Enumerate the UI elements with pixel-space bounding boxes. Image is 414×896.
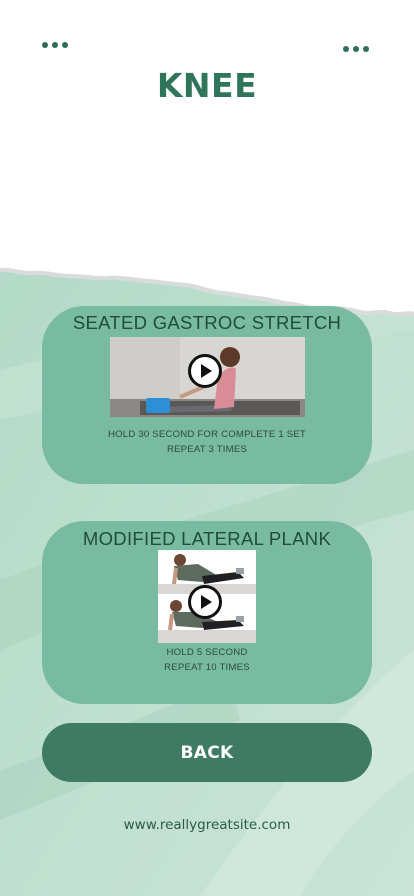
play-icon[interactable] [188, 585, 222, 619]
more-dots-icon[interactable] [42, 42, 68, 48]
more-dots-icon[interactable] [343, 46, 369, 52]
exercise-card: MODIFIED LATERAL PLANK HOLD 5 SECOND REP… [42, 521, 372, 704]
play-icon[interactable] [188, 354, 222, 388]
exercise-card: SEATED GASTROC STRETCH HOLD 30 SECOND FO… [42, 306, 372, 484]
instruction-line: HOLD 30 SECOND FOR COMPLETE 1 SET [108, 429, 306, 440]
instruction-line: REPEAT 10 TIMES [164, 662, 250, 673]
instruction-line: HOLD 5 SECOND [166, 647, 248, 658]
header-area: KNEE [0, 0, 414, 290]
exercise-title: SEATED GASTROC STRETCH [72, 312, 342, 333]
page-title: KNEE [156, 66, 258, 105]
instruction-line: REPEAT 3 TIMES [166, 444, 248, 455]
website-link[interactable]: www.reallygreatsite.com [0, 817, 414, 833]
exercise-instructions: HOLD 5 SECOND REPEAT 10 TIMES [42, 645, 372, 675]
exercise-instructions: HOLD 30 SECOND FOR COMPLETE 1 SET REPEAT… [42, 427, 372, 457]
back-button[interactable]: BACK [42, 723, 372, 782]
app-screen: KNEE SEATED GASTROC STRETCH HOLD 30 SECO… [0, 0, 414, 896]
exercise-title: MODIFIED LATERAL PLANK [82, 528, 332, 549]
